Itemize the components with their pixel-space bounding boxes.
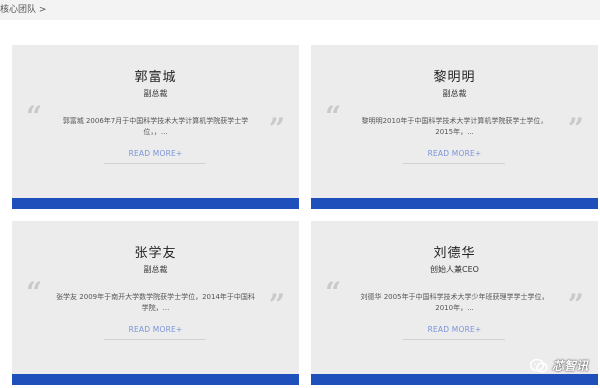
accent-bar <box>12 198 299 209</box>
accent-bar <box>311 374 598 385</box>
read-more-link[interactable]: READ MORE+ <box>12 149 299 158</box>
read-more-link[interactable]: READ MORE+ <box>311 149 598 158</box>
team-card: 郭富城 副总裁 “ 郭富城 2006年7月于中国科学技术大学计算机学院获学士学 … <box>12 45 299 209</box>
quote-open-icon: “ <box>26 276 43 309</box>
bio-line: 刘德华 2005年于中国科学技术大学少年班获理学学士学位， <box>360 293 549 301</box>
breadcrumb-separator: > <box>38 5 47 15</box>
quote-open-icon: “ <box>26 100 43 133</box>
bio-line: 位，，... <box>143 128 168 136</box>
watermark-text: 芯智讯 <box>551 359 588 373</box>
divider <box>104 163 206 164</box>
read-more-link[interactable]: READ MORE+ <box>311 325 598 334</box>
team-card: 黎明明 副总裁 “ 黎明明2010年于中国科学技术大学计算机学院获学士学位， 2… <box>311 45 598 209</box>
member-bio: 刘德华 2005年于中国科学技术大学少年班获理学学士学位， 2010年，... <box>351 292 558 314</box>
breadcrumb-item[interactable]: 核心团队 <box>0 5 36 15</box>
member-name: 刘德华 <box>433 246 476 261</box>
divider <box>104 339 206 340</box>
member-bio: 郭富城 2006年7月于中国科学技术大学计算机学院获学士学 位，，... <box>52 116 259 138</box>
member-name: 张学友 <box>134 246 177 261</box>
breadcrumb-bar: 核心团队 > <box>0 0 600 20</box>
bio-line: 张学友 2009年于南开大学数学院获学士学位，2014年于中国科 <box>56 293 255 301</box>
bio-line: 学院，... <box>141 304 170 312</box>
bio-line: 黎明明2010年于中国科学技术大学计算机学院获学士学位， <box>361 117 548 125</box>
quote-close-icon: ” <box>268 112 285 145</box>
divider <box>403 163 505 164</box>
member-role: 创始人兼CEO <box>430 265 479 274</box>
member-name: 黎明明 <box>433 70 476 85</box>
breadcrumb: 核心团队 > <box>0 2 46 15</box>
divider <box>403 339 505 340</box>
member-role: 副总裁 <box>143 265 168 274</box>
quote-close-icon: ” <box>268 288 285 321</box>
member-bio: 黎明明2010年于中国科学技术大学计算机学院获学士学位， 2015年，... <box>351 116 558 138</box>
quote-close-icon: ” <box>567 112 584 145</box>
member-bio: 张学友 2009年于南开大学数学院获学士学位，2014年于中国科 学院，... <box>52 292 259 314</box>
bio-line: 郭富城 2006年7月于中国科学技术大学计算机学院获学士学 <box>62 117 249 125</box>
accent-bar <box>311 198 598 209</box>
bio-line: 2010年，... <box>435 304 474 312</box>
quote-close-icon: ” <box>567 288 584 321</box>
wechat-icon <box>529 358 548 373</box>
quote-open-icon: “ <box>325 276 342 309</box>
watermark: 芯智讯 <box>529 357 588 374</box>
member-role: 副总裁 <box>143 89 168 98</box>
read-more-link[interactable]: READ MORE+ <box>12 325 299 334</box>
accent-bar <box>12 374 299 385</box>
member-name: 郭富城 <box>134 70 177 85</box>
team-card: 张学友 副总裁 “ 张学友 2009年于南开大学数学院获学士学位，2014年于中… <box>12 221 299 385</box>
member-role: 副总裁 <box>442 89 467 98</box>
bio-line: 2015年，... <box>435 128 474 136</box>
quote-open-icon: “ <box>325 100 342 133</box>
